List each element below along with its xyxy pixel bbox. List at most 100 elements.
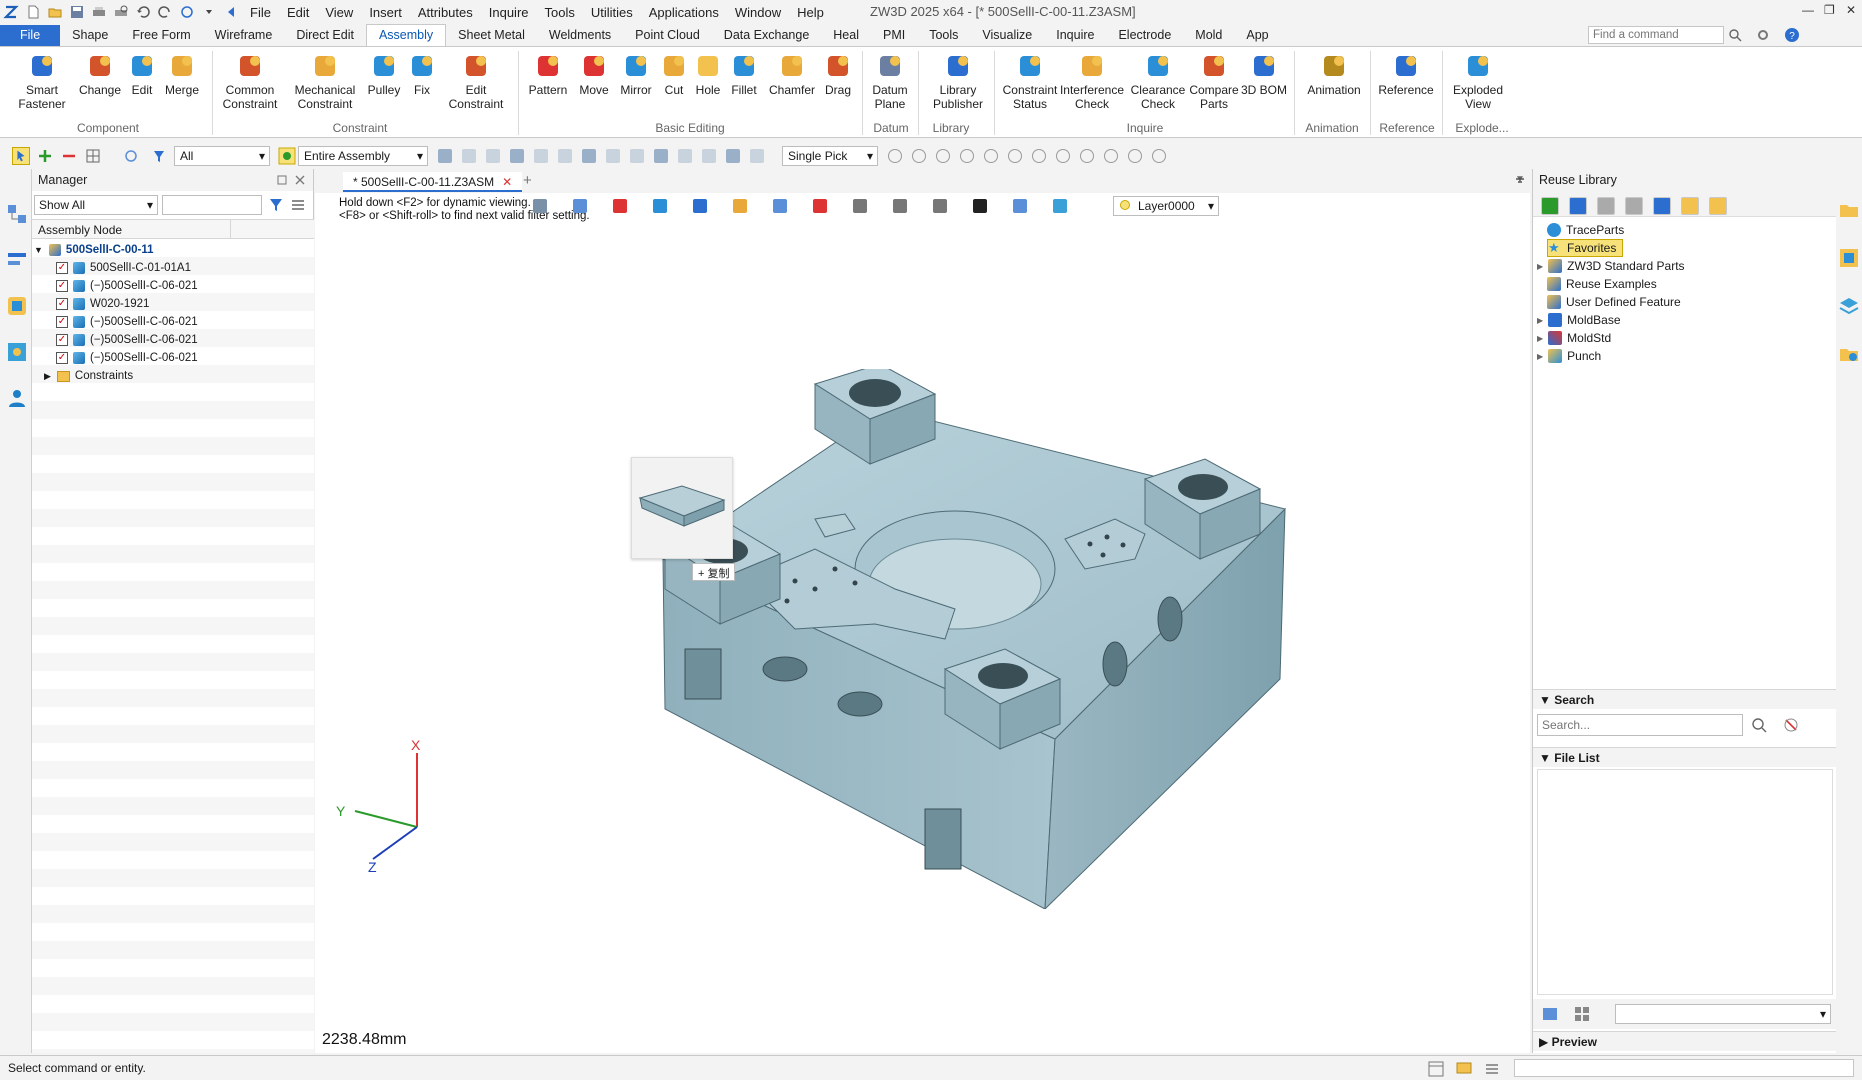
- list-icon[interactable]: [1484, 1061, 1500, 1077]
- render-icon[interactable]: [733, 199, 747, 213]
- pick-option-icon[interactable]: [1008, 149, 1022, 163]
- menu-insert[interactable]: Insert: [361, 5, 410, 20]
- pick-option-icon[interactable]: [960, 149, 974, 163]
- pin-icon[interactable]: [276, 174, 288, 186]
- search-section-header[interactable]: ▼ Search: [1533, 689, 1837, 709]
- regen-icon[interactable]: [179, 4, 195, 20]
- filter-icon[interactable]: [152, 149, 166, 163]
- hide-line-icon[interactable]: [973, 199, 987, 213]
- file-list-section-header[interactable]: ▼ File List: [1533, 747, 1837, 767]
- visibility-checkbox[interactable]: ✓: [56, 280, 68, 292]
- tab-free-form[interactable]: Free Form: [120, 25, 202, 46]
- search-icon[interactable]: [1728, 28, 1742, 42]
- menu-file[interactable]: File: [242, 5, 279, 20]
- tab-app[interactable]: App: [1234, 25, 1280, 46]
- body-icon[interactable]: [678, 149, 692, 163]
- common-constraint-button[interactable]: Common Constraint: [214, 51, 286, 111]
- reuse-item-traceparts[interactable]: TraceParts: [1547, 221, 1624, 239]
- new-folder-icon[interactable]: [1681, 197, 1699, 215]
- tab-point-cloud[interactable]: Point Cloud: [623, 25, 712, 46]
- new-tab-icon[interactable]: +: [523, 172, 532, 189]
- select-arrow-icon[interactable]: [12, 147, 30, 165]
- menu-attributes[interactable]: Attributes: [410, 5, 481, 20]
- list-view-icon[interactable]: [1541, 1005, 1559, 1023]
- panel-options-icon[interactable]: [1515, 176, 1525, 186]
- interference-check-button[interactable]: Interference Check: [1056, 51, 1128, 111]
- close-button[interactable]: ✕: [1846, 3, 1856, 17]
- assembly-manager-icon[interactable]: [6, 203, 28, 225]
- tab-heal[interactable]: Heal: [821, 25, 871, 46]
- layers-icon[interactable]: [1838, 295, 1860, 317]
- new-file-icon[interactable]: [25, 4, 41, 20]
- print-icon[interactable]: [91, 4, 107, 20]
- pick-option-icon[interactable]: [984, 149, 998, 163]
- redo-icon[interactable]: [157, 4, 173, 20]
- section-icon[interactable]: [773, 199, 787, 213]
- graphics-viewport[interactable]: * 500SellI-C-00-11.Z3ASM ✕ + ▼ Hold down …: [315, 169, 1530, 1053]
- command-search-input[interactable]: [1588, 26, 1724, 44]
- tab-sheet-metal[interactable]: Sheet Metal: [446, 25, 537, 46]
- show-filter-dropdown[interactable]: Show All ▾: [34, 195, 158, 215]
- chevron-right-icon[interactable]: ▶: [1537, 262, 1543, 271]
- reuse-item-moldbase[interactable]: ▶ MoldBase: [1537, 311, 1621, 329]
- menu-window[interactable]: Window: [727, 5, 789, 20]
- bom-button[interactable]: 3D BOM: [1228, 51, 1300, 97]
- help-icon[interactable]: ?: [1784, 27, 1800, 43]
- chevron-right-icon[interactable]: ▶: [44, 371, 51, 382]
- folder-icon[interactable]: [1838, 199, 1860, 221]
- tab-pmi[interactable]: PMI: [871, 25, 917, 46]
- user-icon[interactable]: [6, 387, 28, 409]
- view-list-icon[interactable]: [933, 199, 947, 213]
- tree-node[interactable]: ✓ (−)500SellI-C-06-021: [56, 349, 198, 367]
- pick-option-icon[interactable]: [1080, 149, 1094, 163]
- merge-button[interactable]: Merge: [146, 51, 218, 97]
- menu-view[interactable]: View: [317, 5, 361, 20]
- document-tab[interactable]: * 500SellI-C-00-11.Z3ASM ✕: [343, 172, 523, 192]
- tab-weldments[interactable]: Weldments: [537, 25, 623, 46]
- add-icon[interactable]: [1541, 197, 1559, 215]
- minimize-button[interactable]: —: [1802, 3, 1814, 17]
- scope-dropdown[interactable]: Entire Assembly ▾: [298, 146, 428, 166]
- subassembly-icon[interactable]: [630, 149, 644, 163]
- visibility-checkbox[interactable]: ✓: [56, 334, 68, 346]
- pick-option-icon[interactable]: [1032, 149, 1046, 163]
- list-options-icon[interactable]: [290, 197, 306, 213]
- tab-mold[interactable]: Mold: [1183, 25, 1234, 46]
- material-icon[interactable]: [1053, 199, 1067, 213]
- tree-node[interactable]: ✓ W020-1921: [56, 295, 149, 313]
- chevron-right-icon[interactable]: ▶: [1537, 352, 1543, 361]
- visibility-checkbox[interactable]: ✓: [56, 262, 68, 274]
- shade-icon[interactable]: [653, 199, 667, 213]
- filter-icon[interactable]: [268, 197, 284, 213]
- pick-option-icon[interactable]: [1104, 149, 1118, 163]
- display-icon[interactable]: [1456, 1061, 1472, 1077]
- display-mode-icon[interactable]: [693, 199, 707, 213]
- measure-icon[interactable]: [613, 199, 627, 213]
- reuse-item-reuse-examples[interactable]: Reuse Examples: [1547, 275, 1657, 293]
- undo-icon[interactable]: [135, 4, 151, 20]
- forward-arrow-icon[interactable]: [1597, 197, 1615, 215]
- chevron-right-icon[interactable]: ▶: [1537, 316, 1543, 325]
- view-rotate-icon[interactable]: [573, 199, 587, 213]
- chevron-down-icon[interactable]: [201, 4, 217, 20]
- tree-node[interactable]: ✓ (−)500SellI-C-06-021: [56, 277, 198, 295]
- remove-icon[interactable]: [62, 149, 76, 163]
- back-arrow-icon[interactable]: [223, 4, 239, 20]
- visibility-checkbox[interactable]: ✓: [56, 316, 68, 328]
- library-publisher-button[interactable]: Library Publisher: [922, 51, 994, 111]
- history-icon[interactable]: [726, 149, 740, 163]
- menu-inquire[interactable]: Inquire: [481, 5, 537, 20]
- reuse-item-moldstd[interactable]: ▶ MoldStd: [1537, 329, 1611, 347]
- tab-assembly[interactable]: Assembly: [365, 24, 447, 46]
- snap-icon[interactable]: [438, 149, 452, 163]
- close-icon[interactable]: [294, 174, 306, 186]
- print-preview-icon[interactable]: [113, 4, 129, 20]
- save-icon[interactable]: [69, 4, 85, 20]
- reuse-item-user-defined-feature[interactable]: User Defined Feature: [1547, 293, 1681, 311]
- tree-column-header[interactable]: Assembly Node: [32, 219, 314, 239]
- pick-option-icon[interactable]: [1056, 149, 1070, 163]
- maximize-button[interactable]: ❐: [1824, 3, 1835, 17]
- reuse-item-favorites[interactable]: ★ Favorites: [1547, 239, 1624, 257]
- library-search-input[interactable]: [1537, 714, 1743, 736]
- zoom-box-icon[interactable]: [853, 199, 867, 213]
